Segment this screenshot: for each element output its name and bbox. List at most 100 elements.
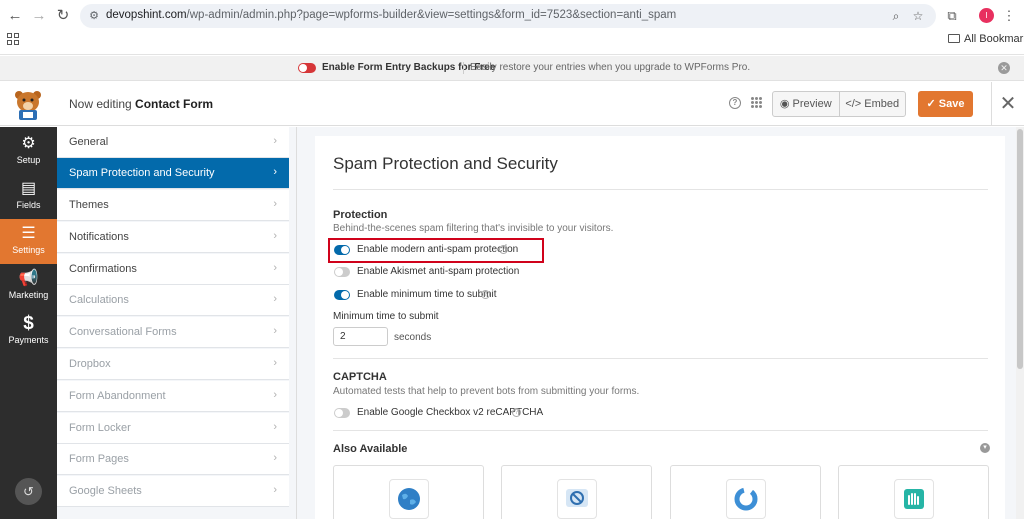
help-icon[interactable]: ? bbox=[512, 408, 521, 417]
settings-menu-item-form-locker[interactable]: Form Locker › bbox=[57, 413, 289, 444]
nav-settings-label: Settings bbox=[12, 245, 45, 255]
globe-icon bbox=[389, 479, 429, 519]
chevron-down-icon[interactable]: ▾ bbox=[980, 443, 990, 453]
settings-menu-item-general[interactable]: General › bbox=[57, 127, 289, 158]
menu-item-label: Form Abandonment bbox=[69, 390, 166, 402]
settings-menu-item-spam-protection[interactable]: Spam Protection and Security › bbox=[57, 158, 289, 189]
sliders-icon: ☰ bbox=[21, 225, 36, 242]
help-icon[interactable]: ? bbox=[499, 245, 508, 254]
recaptcha-toggle[interactable] bbox=[334, 408, 350, 418]
backup-notice-bar: Enable Form Entry Backups for Free Easil… bbox=[0, 56, 1024, 81]
nav-marketing-label: Marketing bbox=[8, 290, 49, 300]
address-bar[interactable]: ⚙ devopshint.com/wp-admin/admin.php?page… bbox=[80, 4, 936, 28]
form-name: Contact Form bbox=[135, 97, 214, 111]
chevron-right-icon: › bbox=[273, 357, 277, 369]
settings-menu-item-dropbox[interactable]: Dropbox › bbox=[57, 349, 289, 380]
akismet-label: Enable Akismet anti-spam protection bbox=[357, 266, 520, 277]
chevron-right-icon: › bbox=[273, 421, 277, 433]
chevron-right-icon: › bbox=[273, 293, 277, 305]
nav-setup-label: Setup bbox=[16, 155, 41, 165]
panel-scrollbar[interactable] bbox=[1016, 127, 1024, 519]
chevron-right-icon: › bbox=[273, 198, 277, 210]
profile-avatar[interactable]: I bbox=[979, 8, 994, 23]
settings-menu-item-calculations[interactable]: Calculations › bbox=[57, 285, 289, 316]
menu-item-label: Calculations bbox=[69, 294, 129, 306]
panel-title: Spam Protection and Security bbox=[333, 154, 558, 173]
min-time-field-label: Minimum time to submit bbox=[333, 311, 439, 322]
chevron-right-icon: › bbox=[273, 325, 277, 337]
megaphone-icon: 📢 bbox=[18, 270, 39, 287]
preview-label: Preview bbox=[792, 98, 832, 110]
nav-payments-label: Payments bbox=[8, 335, 49, 345]
nav-payments[interactable]: $ Payments bbox=[0, 309, 57, 354]
addon-card[interactable] bbox=[838, 465, 989, 519]
notice-close-icon[interactable]: ✕ bbox=[998, 62, 1010, 74]
site-info-icon[interactable]: ⚙ bbox=[87, 9, 101, 23]
dots-grid-icon[interactable] bbox=[751, 97, 762, 108]
more-menu-icon[interactable]: ⋮ bbox=[999, 6, 1019, 26]
builder-left-nav: ⚙ Setup ▤ Fields ☰ Settings 📢 Marketing … bbox=[0, 127, 57, 519]
chevron-right-icon: › bbox=[273, 389, 277, 401]
preview-embed-group: ◉ Preview </> Embed bbox=[772, 91, 906, 117]
zoom-icon[interactable]: ⌕ bbox=[888, 8, 904, 24]
chevron-right-icon: › bbox=[273, 230, 277, 242]
settings-menu-item-form-abandonment[interactable]: Form Abandonment › bbox=[57, 381, 289, 412]
akismet-toggle[interactable] bbox=[334, 267, 350, 277]
nav-fields-label: Fields bbox=[16, 200, 41, 210]
nav-marketing[interactable]: 📢 Marketing bbox=[0, 264, 57, 309]
code-icon: </> bbox=[845, 98, 862, 110]
nav-settings[interactable]: ☰ Settings bbox=[0, 219, 57, 264]
captcha-description: Automated tests that help to prevent bot… bbox=[333, 386, 640, 397]
revisions-history-icon[interactable]: ↺ bbox=[15, 478, 42, 505]
url-host: devopshint.com bbox=[106, 9, 187, 21]
addon-card[interactable] bbox=[501, 465, 652, 519]
extensions-icon[interactable]: ⧉ bbox=[942, 6, 962, 26]
preview-button[interactable]: ◉ Preview bbox=[773, 92, 839, 116]
min-time-input[interactable]: 2 bbox=[333, 327, 388, 346]
settings-menu-item-notifications[interactable]: Notifications › bbox=[57, 222, 289, 253]
menu-item-label: Spam Protection and Security bbox=[69, 167, 215, 179]
apps-grid-icon[interactable] bbox=[7, 33, 19, 45]
addon-card[interactable] bbox=[333, 465, 484, 519]
help-icon[interactable]: ? bbox=[729, 97, 741, 109]
settings-menu-item-confirmations[interactable]: Confirmations › bbox=[57, 254, 289, 285]
notice-toggle[interactable] bbox=[298, 63, 316, 73]
gear-icon: ⚙ bbox=[21, 135, 36, 152]
menu-item-label: Form Locker bbox=[69, 422, 131, 434]
notice-divider bbox=[463, 62, 464, 74]
chevron-right-icon: › bbox=[273, 166, 277, 178]
minimum-time-toggle[interactable] bbox=[334, 290, 350, 300]
nav-setup[interactable]: ⚙ Setup bbox=[0, 129, 57, 174]
min-time-unit: seconds bbox=[394, 332, 432, 343]
url-text[interactable]: devopshint.com/wp-admin/admin.php?page=w… bbox=[106, 9, 676, 21]
settings-menu: General › Spam Protection and Security › T… bbox=[57, 127, 297, 519]
settings-menu-item-google-sheets[interactable]: Google Sheets › bbox=[57, 476, 289, 507]
menu-item-label: General bbox=[69, 136, 109, 148]
save-button[interactable]: ✓ Save bbox=[918, 91, 973, 117]
back-icon[interactable]: ← bbox=[5, 6, 25, 26]
embed-button[interactable]: </> Embed bbox=[838, 92, 906, 116]
settings-menu-item-form-pages[interactable]: Form Pages › bbox=[57, 444, 289, 475]
menu-item-label: Confirmations bbox=[69, 263, 137, 275]
protection-description: Behind-the-scenes spam filtering that's … bbox=[333, 223, 614, 234]
embed-label: Embed bbox=[864, 98, 900, 110]
modern-anti-spam-label: Enable modern anti-spam protection bbox=[357, 244, 519, 255]
modern-anti-spam-toggle[interactable] bbox=[334, 245, 350, 255]
forward-icon[interactable]: → bbox=[29, 6, 49, 26]
all-bookmarks-label: All Bookmarks bbox=[964, 33, 1024, 45]
settings-card bbox=[315, 136, 1005, 519]
settings-menu-item-conversational-forms[interactable]: Conversational Forms › bbox=[57, 317, 289, 348]
url-path: /wp-admin/admin.php?page=wpforms-builder… bbox=[186, 9, 677, 21]
help-icon[interactable]: ? bbox=[481, 290, 490, 299]
reload-icon[interactable]: ↻ bbox=[53, 6, 73, 26]
chevron-right-icon: › bbox=[273, 262, 277, 274]
bookmark-star-icon[interactable]: ☆ bbox=[910, 8, 926, 24]
close-builder-icon[interactable]: ✕ bbox=[991, 82, 1024, 126]
settings-menu-item-themes[interactable]: Themes › bbox=[57, 190, 289, 221]
hand-icon bbox=[894, 479, 934, 519]
editing-prefix: Now editing bbox=[69, 97, 132, 111]
builder-header: Now editing Contact Form ? ◉ Preview </>… bbox=[0, 82, 1024, 126]
all-bookmarks[interactable]: All Bookmarks bbox=[948, 33, 1024, 45]
nav-fields[interactable]: ▤ Fields bbox=[0, 174, 57, 219]
addon-card[interactable] bbox=[670, 465, 821, 519]
